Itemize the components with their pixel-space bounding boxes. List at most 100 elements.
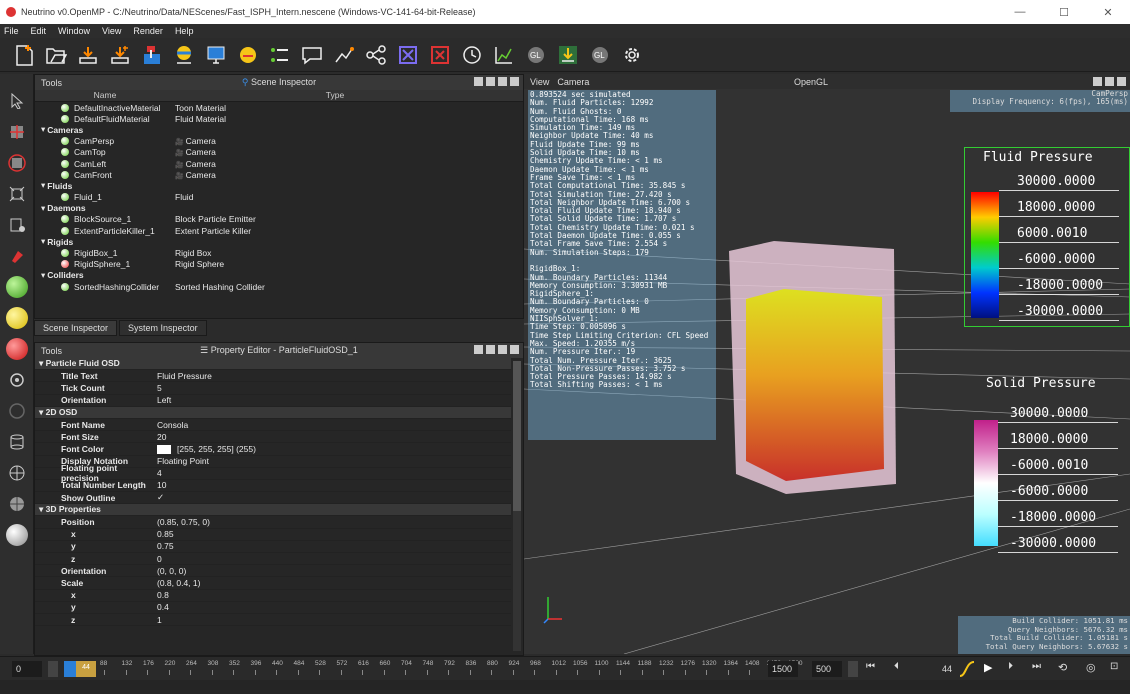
next-frame-button[interactable]: ⏵ (1008, 661, 1026, 677)
maximize-button[interactable]: ☐ (1042, 0, 1086, 24)
tree-item[interactable]: CamFront 🎥 Camera (35, 169, 523, 180)
property-row[interactable]: Show Outline ✓ (35, 492, 511, 505)
prev-frame-button[interactable]: ⏴ (894, 661, 912, 677)
cylinder-icon[interactable] (6, 431, 28, 453)
timeline-playhead[interactable]: 44 (76, 661, 96, 677)
tree-item[interactable]: Fluid_1 Fluid (35, 192, 523, 203)
property-value[interactable]: 4 (157, 468, 162, 478)
tab-scene-inspector[interactable]: Scene Inspector (34, 320, 118, 336)
property-value[interactable]: Consola (157, 420, 188, 430)
property-section[interactable]: ▾ Particle Fluid OSD (35, 358, 511, 371)
property-value[interactable]: (0, 0, 0) (157, 566, 186, 576)
chart-icon[interactable] (492, 43, 516, 67)
settings-gear-icon[interactable] (620, 43, 644, 67)
particle-icon[interactable] (172, 43, 196, 67)
menu-render[interactable]: Render (133, 26, 163, 36)
fps-field[interactable]: 500 (812, 661, 842, 677)
tree-group[interactable]: ▾ Cameras (35, 124, 523, 135)
save-as-icon[interactable] (108, 43, 132, 67)
object-icon[interactable] (6, 214, 28, 236)
property-value[interactable]: 0 (157, 554, 162, 564)
property-row[interactable]: Scale (0.8, 0.4, 1) (35, 577, 511, 590)
expand-arrow-icon[interactable]: ▾ (41, 203, 45, 214)
menu-edit[interactable]: Edit (31, 26, 47, 36)
property-value[interactable]: ✓ (157, 492, 164, 502)
monitor-icon[interactable] (204, 43, 228, 67)
paint-icon[interactable] (6, 245, 28, 267)
share-icon[interactable] (364, 43, 388, 67)
translate-icon[interactable] (6, 121, 28, 143)
red-sphere-icon[interactable] (6, 338, 28, 360)
white-sphere-icon[interactable] (6, 524, 28, 546)
property-row[interactable]: Total Number Length 10 (35, 480, 511, 493)
tree-item[interactable]: DefaultInactiveMaterial Toon Material (35, 102, 523, 113)
graph-edit-icon[interactable] (332, 43, 356, 67)
property-row[interactable]: Font Name Consola (35, 419, 511, 432)
property-value[interactable]: 5 (157, 383, 162, 393)
expand-arrow-icon[interactable]: ▾ (41, 270, 45, 281)
last-frame-button[interactable]: ⏭ (1032, 661, 1050, 677)
tree-item[interactable]: CamPersp 🎥 Camera (35, 136, 523, 147)
pointer-icon[interactable] (6, 90, 28, 112)
current-frame-field[interactable]: 44 (930, 661, 954, 677)
tree-item[interactable]: SortedHashingCollider Sorted Hashing Coll… (35, 281, 523, 292)
start-frame-spinner[interactable] (48, 661, 58, 677)
viewport-menu-view[interactable]: View (530, 77, 549, 87)
property-row[interactable]: Orientation (0, 0, 0) (35, 565, 511, 578)
property-value[interactable]: Floating Point (157, 456, 209, 466)
minimize-panel-icon[interactable] (486, 77, 495, 86)
property-value[interactable]: 20 (157, 432, 166, 442)
opengl-viewport[interactable]: View Camera OpenGL 0.893524 sec simulate… (524, 74, 1130, 654)
end-frame-field[interactable]: 1500 (768, 661, 798, 677)
curve-icon[interactable] (958, 660, 976, 678)
name-column-header[interactable]: Name (35, 90, 175, 101)
property-row[interactable]: x 0.8 (35, 590, 511, 602)
tree-group[interactable]: ▾ Rigids (35, 236, 523, 247)
property-row[interactable]: y 0.4 (35, 602, 511, 614)
property-value[interactable]: Fluid Pressure (157, 371, 212, 381)
clock-icon[interactable] (460, 43, 484, 67)
minimize-panel-icon[interactable] (486, 345, 495, 354)
tree-group[interactable]: ▾ Fluids (35, 180, 523, 191)
start-frame-field[interactable]: 0 (12, 661, 42, 677)
menu-file[interactable]: File (4, 26, 19, 36)
property-row[interactable]: Title Text Fluid Pressure (35, 370, 511, 383)
expand-arrow-icon[interactable]: ▾ (41, 236, 45, 247)
open-scene-icon[interactable] (44, 43, 68, 67)
ring-icon[interactable] (6, 369, 28, 391)
save-icon[interactable] (76, 43, 100, 67)
fps-spinner[interactable] (848, 661, 858, 677)
float-icon[interactable] (474, 345, 483, 354)
sphere-grid-icon[interactable] (6, 493, 28, 515)
property-value[interactable]: 10 (157, 480, 166, 490)
tree-item[interactable]: RigidSphere_1 Rigid Sphere (35, 259, 523, 270)
maximize-panel-icon[interactable] (498, 345, 507, 354)
property-scrollbar[interactable] (513, 361, 521, 651)
expand-arrow-icon[interactable]: ▾ (41, 124, 45, 135)
close-panel-icon[interactable] (510, 77, 519, 86)
yellow-sphere-icon[interactable] (6, 307, 28, 329)
tree-item[interactable]: BlockSource_1 Block Particle Emitter (35, 214, 523, 225)
rotate-icon[interactable] (6, 152, 28, 174)
property-section[interactable]: ▾ 3D Properties (35, 504, 511, 517)
close-panel-icon[interactable] (510, 345, 519, 354)
gl-icon[interactable]: GL (524, 43, 548, 67)
property-value[interactable]: Left (157, 395, 171, 405)
collider-box-icon[interactable] (396, 43, 420, 67)
property-value[interactable]: (0.8, 0.4, 1) (157, 578, 200, 588)
viewport-menu-camera[interactable]: Camera (557, 77, 589, 87)
property-value[interactable]: (0.85, 0.75, 0) (157, 517, 210, 527)
color-swatch[interactable] (157, 445, 171, 455)
comment-icon[interactable] (300, 43, 324, 67)
menu-window[interactable]: Window (58, 26, 90, 36)
kill-box-icon[interactable] (428, 43, 452, 67)
fluid-source-icon[interactable] (140, 43, 164, 67)
green-sphere-icon[interactable] (6, 276, 28, 298)
disc-icon[interactable] (6, 400, 28, 422)
tree-item[interactable]: DefaultFluidMaterial Fluid Material (35, 113, 523, 124)
chat-icon[interactable] (236, 43, 260, 67)
record-icon[interactable]: ◎ (1086, 661, 1104, 677)
property-value[interactable]: 0.75 (157, 541, 174, 551)
new-scene-icon[interactable] (12, 43, 36, 67)
tab-system-inspector[interactable]: System Inspector (119, 320, 207, 336)
